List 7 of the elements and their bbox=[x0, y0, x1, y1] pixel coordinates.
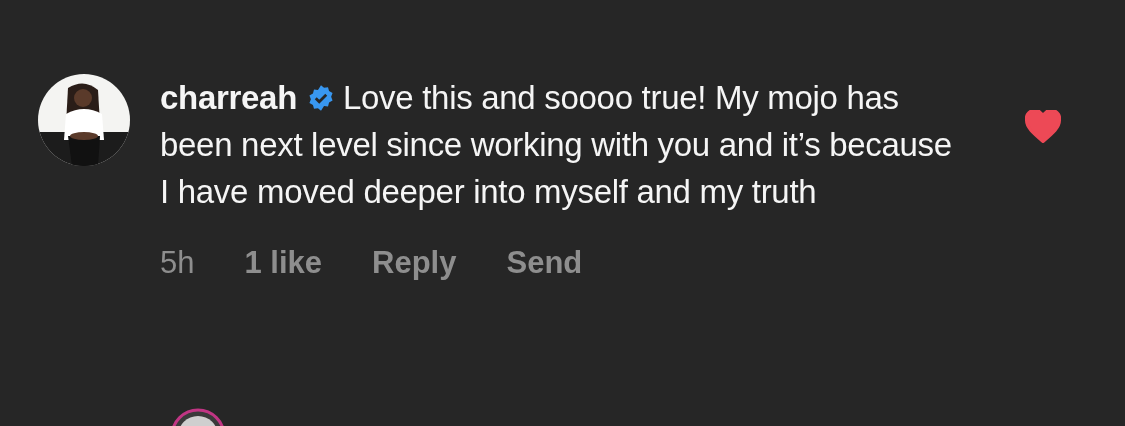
comment-text: charreah Love this and soooo true! My mojo has been next level since working with you and it’s because I have moved deeper into myself and my truth bbox=[160, 78, 953, 212]
username-link[interactable]: charreah bbox=[160, 79, 297, 116]
heart-icon[interactable] bbox=[1025, 110, 1061, 143]
comment-action[interactable]: Reply bbox=[372, 245, 457, 281]
comment-action[interactable]: Send bbox=[506, 245, 583, 281]
likes-count[interactable]: 1 like bbox=[244, 245, 323, 281]
timestamp: 5h bbox=[160, 245, 195, 281]
